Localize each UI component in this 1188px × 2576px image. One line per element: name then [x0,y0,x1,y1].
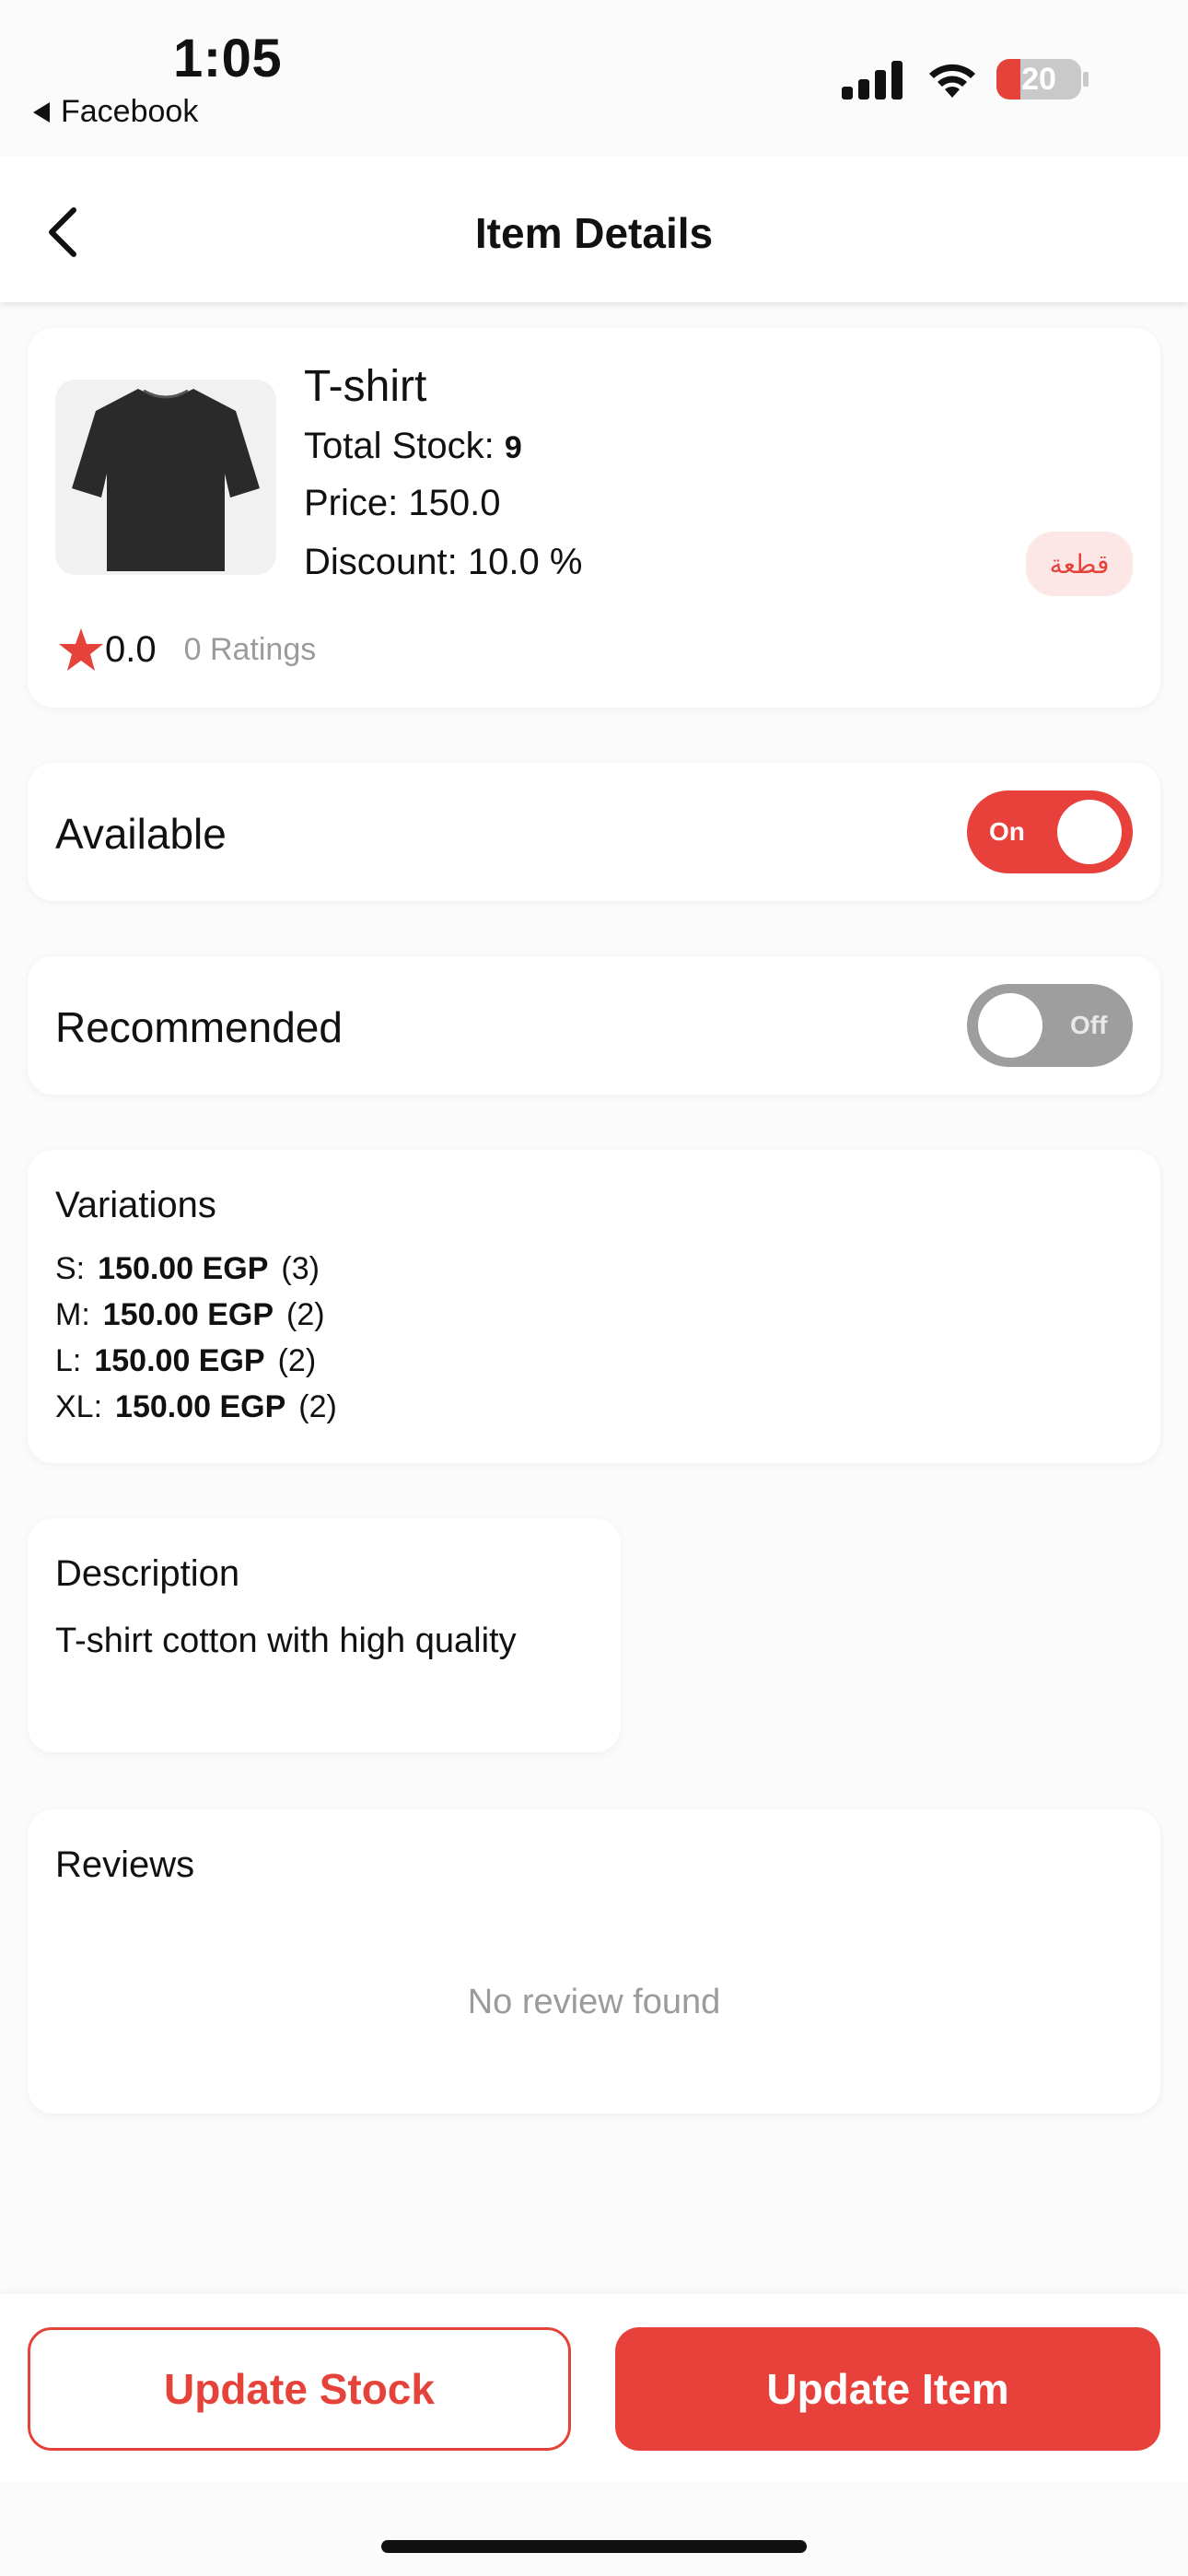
variation-price: 150.00 EGP [98,1251,269,1286]
reviews-card [28,1809,1160,2113]
variation-qty: (2) [277,1343,317,1378]
recommended-toggle-state: Off [1070,1011,1108,1039]
star-icon [59,628,103,671]
variation-qty: (2) [298,1389,337,1424]
recommended-toggle[interactable]: Off [967,984,1133,1067]
rating-value: 0.0 [105,628,157,670]
variation-qty: (2) [286,1297,325,1332]
variation-item: M: 150.00 EGP (2) [55,1297,337,1333]
variation-size: L: [55,1343,82,1378]
status-time: 1:05 [173,29,283,88]
variation-item: S: 150.00 EGP (3) [55,1251,337,1287]
back-triangle-icon [33,101,50,123]
stock-value: 9 [504,430,522,465]
variation-price: 150.00 EGP [94,1343,265,1378]
variation-size: S: [55,1251,86,1286]
reviews-empty-text: No review found [467,1983,721,2021]
rating-count: 0 Ratings [183,631,317,667]
reviews-title: Reviews [55,1844,195,1885]
battery-icon: 20 [996,59,1081,100]
variation-qty: (3) [281,1251,320,1286]
product-image [55,380,276,575]
app-header: Item Details [0,157,1188,302]
wifi-icon [929,64,975,98]
variations-list: S: 150.00 EGP (3) M: 150.00 EGP (2) L: 1… [55,1251,337,1425]
page-title: Item Details [474,209,714,257]
product-price: Price: 150.0 [304,483,501,523]
rating-row: 0.0 0 Ratings [57,626,316,673]
product-name: T-shirt [304,362,427,411]
toggle-knob [978,993,1042,1058]
variations-title: Variations [55,1185,216,1225]
back-to-app-link[interactable]: Facebook [33,94,198,130]
description-text: T-shirt cotton with high quality [55,1622,517,1660]
cellular-signal-icon [842,61,903,100]
back-app-label: Facebook [61,94,199,129]
total-stock: Total Stock: 9 [304,426,522,467]
product-discount: Discount: 10.0 % [304,542,583,582]
battery-level: 20 [1021,62,1056,97]
battery-tip [1083,72,1089,87]
available-label: Available [55,810,227,858]
stock-label: Total Stock: [304,426,495,466]
update-stock-button[interactable]: Update Stock [28,2327,571,2451]
home-indicator[interactable] [381,2540,807,2553]
available-toggle[interactable]: On [967,790,1133,873]
variation-price: 150.00 EGP [102,1297,274,1332]
variation-size: M: [55,1297,90,1332]
variation-item: L: 150.00 EGP (2) [55,1343,337,1379]
variation-item: XL: 150.00 EGP (2) [55,1389,337,1425]
update-item-button[interactable]: Update Item [615,2327,1160,2451]
toggle-knob [1057,800,1122,864]
variation-price: 150.00 EGP [115,1389,286,1424]
variation-size: XL: [55,1389,103,1424]
description-title: Description [55,1553,240,1594]
available-toggle-state: On [989,817,1025,846]
tshirt-image-icon [72,389,260,571]
recommended-label: Recommended [55,1003,343,1051]
unit-badge: قطعة [1026,532,1133,596]
